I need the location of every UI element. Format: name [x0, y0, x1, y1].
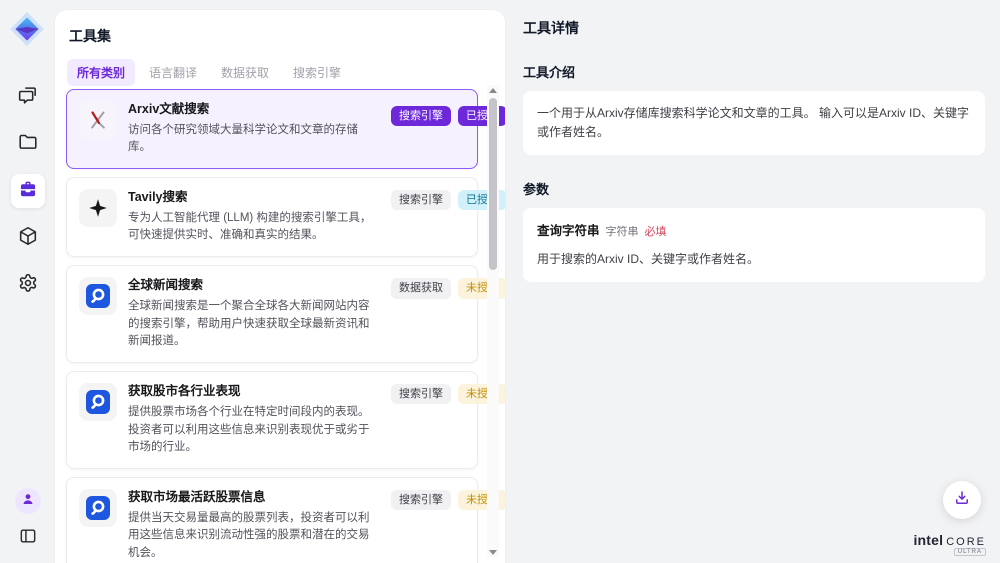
rail-nav [0, 80, 55, 302]
tool-card-arxiv[interactable]: Arxiv文献搜索 访问各个研究领域大量科学论文和文章的存储库。 搜索引擎 已授… [66, 89, 478, 169]
intel-ultra-badge: ultra [954, 548, 986, 556]
tool-card-description: 提供股票市场各个行业在特定时间段内的表现。投资者可以利用这些信息来识别表现优于或… [128, 404, 380, 457]
settings-gear-icon [17, 272, 39, 299]
intro-text: 一个用于从Arxiv存储库搜索科学论文和文章的工具。 输入可以是Arxiv ID… [537, 106, 969, 139]
download-icon [953, 489, 971, 512]
scrollbar-thumb[interactable] [489, 98, 497, 270]
detail-title: 工具详情 [523, 18, 985, 38]
juhe-q-icon [79, 383, 117, 421]
nav-tools-button[interactable] [11, 174, 45, 208]
tool-card-sector-performance[interactable]: 获取股市各行业表现 提供股票市场各个行业在特定时间段内的表现。投资者可以利用这些… [66, 371, 478, 469]
arxiv-icon [79, 101, 117, 139]
category-tabs: 所有类别 语言翻译 数据获取 搜索引擎 [67, 59, 505, 86]
intro-box: 一个用于从Arxiv存储库搜索科学论文和文章的工具。 输入可以是Arxiv ID… [523, 91, 985, 155]
chat-icon [17, 84, 39, 111]
juhe-q-icon [79, 489, 117, 527]
tool-card-list: Arxiv文献搜索 访问各个研究领域大量科学论文和文章的存储库。 搜索引擎 已授… [66, 89, 478, 563]
category-badge: 搜索引擎 [391, 384, 451, 404]
tool-card-title: 全球新闻搜索 [128, 277, 380, 295]
intel-brand-text: intel [913, 532, 943, 548]
tool-card-description: 提供当天交易量最高的股票列表，投资者可以利用这些信息来识别流动性强的股票和潜在的… [128, 510, 380, 563]
tool-card-title: Tavily搜索 [128, 189, 380, 207]
intel-core-text: core [946, 536, 986, 548]
tool-card-description: 访问各个研究领域大量科学论文和文章的存储库。 [128, 122, 380, 158]
tool-card-description: 专为人工智能代理 (LLM) 构建的搜索引擎工具，可快速提供实时、准确和真实的结… [128, 210, 380, 246]
intel-core-logo: intel core ultra [913, 532, 986, 556]
tool-card-global-news[interactable]: 全球新闻搜索 全球新闻搜索是一个聚合全球各大新闻网站内容的搜索引擎，帮助用户快速… [66, 265, 478, 363]
user-avatar-icon [20, 491, 36, 512]
scrollbar-down-arrow[interactable] [487, 547, 499, 557]
tool-card-title: Arxiv文献搜索 [128, 101, 380, 119]
param-name: 查询字符串 [537, 221, 600, 241]
param-type: 字符串 [606, 224, 639, 242]
tab-translation[interactable]: 语言翻译 [139, 59, 207, 86]
collapse-sidebar-button[interactable] [15, 525, 41, 551]
category-badge: 搜索引擎 [391, 490, 451, 510]
nav-packages-button[interactable] [11, 221, 45, 255]
tools-panel: 工具集 所有类别 语言翻译 数据获取 搜索引擎 Arxiv文献搜索 访问 [55, 10, 505, 563]
scrollbar-up-arrow[interactable] [487, 85, 499, 95]
list-scrollbar [487, 85, 499, 557]
collapse-panel-icon [18, 526, 38, 551]
tavily-star-icon [79, 189, 117, 227]
category-badge: 搜索引擎 [391, 190, 451, 210]
tab-data-fetch[interactable]: 数据获取 [211, 59, 279, 86]
toolbox-icon [17, 178, 39, 205]
nav-chat-button[interactable] [11, 80, 45, 114]
tool-card-title: 获取市场最活跃股票信息 [128, 489, 380, 507]
category-badge: 数据获取 [391, 278, 451, 298]
tool-card-most-active-stocks[interactable]: 获取市场最活跃股票信息 提供当天交易量最高的股票列表，投资者可以利用这些信息来识… [66, 477, 478, 563]
param-description: 用于搜索的Arxiv ID、关键字或作者姓名。 [537, 250, 971, 269]
nav-settings-button[interactable] [11, 268, 45, 302]
user-avatar[interactable] [15, 488, 41, 514]
nav-files-button[interactable] [11, 127, 45, 161]
left-rail [0, 0, 55, 563]
download-button[interactable] [943, 481, 981, 519]
juhe-q-icon [79, 277, 117, 315]
params-heading: 参数 [523, 179, 985, 198]
tool-card-tavily[interactable]: Tavily搜索 专为人工智能代理 (LLM) 构建的搜索引擎工具，可快速提供实… [66, 177, 478, 257]
page-title: 工具集 [69, 26, 505, 46]
rail-bottom [0, 488, 55, 551]
tool-card-description: 全球新闻搜索是一个聚合全球各大新闻网站内容的搜索引擎，帮助用户快速获取全球最新资… [128, 298, 380, 351]
tool-card-title: 获取股市各行业表现 [128, 383, 380, 401]
tool-detail-panel: 工具详情 工具介绍 一个用于从Arxiv存储库搜索科学论文和文章的工具。 输入可… [510, 0, 1000, 563]
app-logo-icon [9, 11, 45, 47]
folder-icon [17, 131, 39, 158]
package-icon [17, 225, 39, 252]
app-window: 工具集 所有类别 语言翻译 数据获取 搜索引擎 Arxiv文献搜索 访问 [0, 0, 1000, 563]
param-required-label: 必填 [645, 224, 667, 242]
tab-search-engine[interactable]: 搜索引擎 [283, 59, 351, 86]
category-badge: 搜索引擎 [391, 106, 451, 126]
param-box: 查询字符串 字符串 必填 用于搜索的Arxiv ID、关键字或作者姓名。 [523, 208, 985, 282]
intro-heading: 工具介绍 [523, 62, 985, 81]
tab-all-categories[interactable]: 所有类别 [67, 59, 135, 86]
